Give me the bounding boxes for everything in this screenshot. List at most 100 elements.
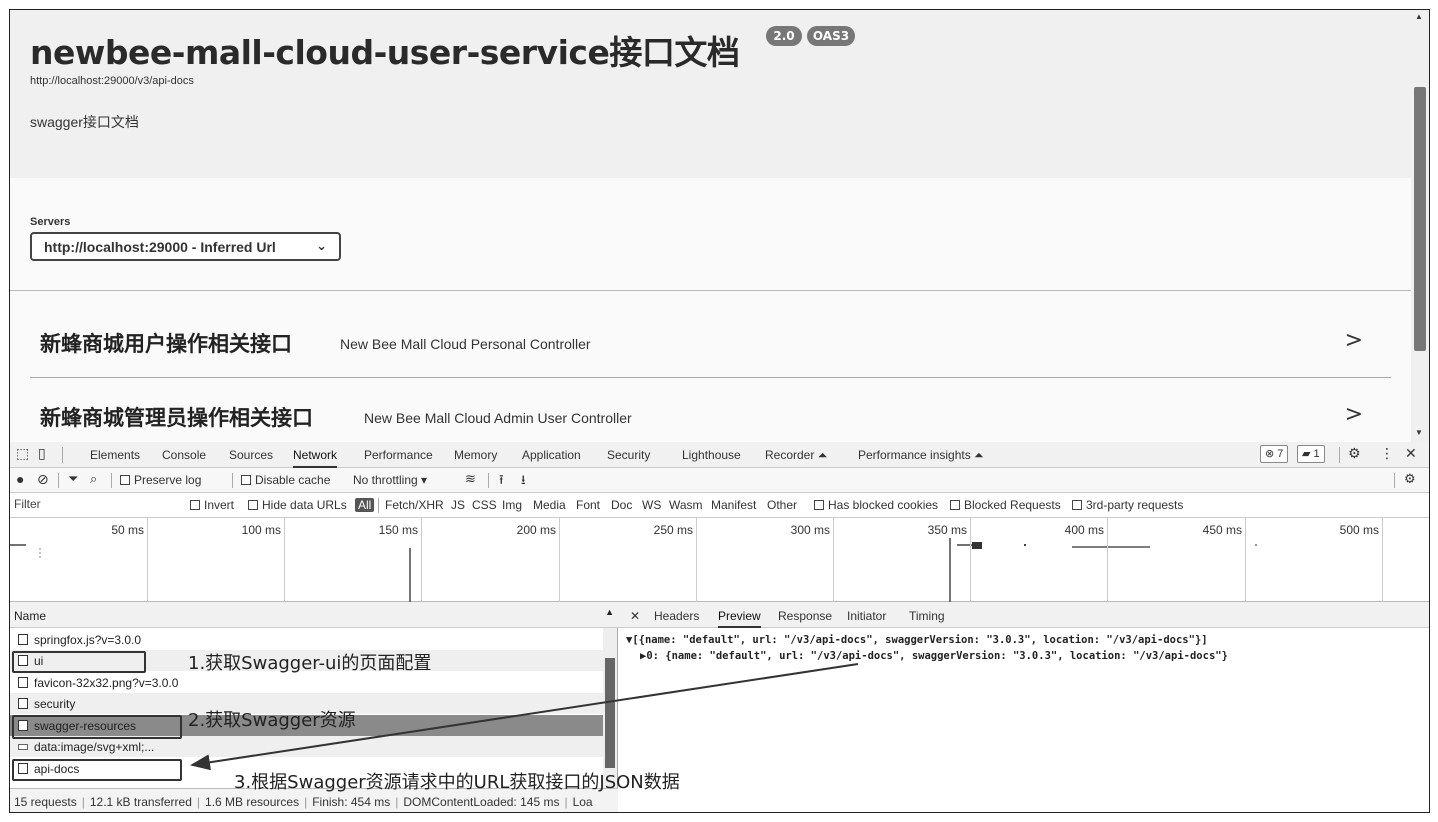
tab-preview[interactable]: Preview [718,609,761,628]
type-filter-manifest[interactable]: Manifest [711,498,756,512]
tab-memory[interactable]: Memory [454,448,497,462]
tag-description: New Bee Mall Cloud Admin User Controller [364,410,632,426]
timeline-tick-label: 250 ms [653,523,693,537]
tag-group-personal[interactable]: 新蜂商城用户操作相关接口 New Bee Mall Cloud Personal… [30,314,1391,378]
tab-lighthouse[interactable]: Lighthouse [682,448,741,462]
settings-gear-icon[interactable]: ⚙ [1348,446,1361,462]
tag-name: 新蜂商城管理员操作相关接口 [40,406,313,430]
blocked-cookies-label: Has blocked cookies [828,498,939,512]
tab-performance[interactable]: Performance [364,448,433,462]
close-detail-icon[interactable]: ✕ [630,609,640,623]
filter-icon[interactable]: ⏷ [68,471,78,487]
more-options-icon[interactable]: ⋮ [1380,446,1394,462]
document-file-icon [18,698,28,709]
type-filter-other[interactable]: Other [767,498,797,512]
page-scrollbar[interactable]: ▲ ▼ [1411,10,1429,442]
request-detail-pane: ✕ Headers Preview Response Initiator Tim… [618,602,1429,812]
name-column-header[interactable]: Name ▲ [10,602,618,628]
timeline-tick-label: 450 ms [1202,523,1242,537]
tab-console[interactable]: Console [162,448,206,462]
type-filter-js[interactable]: JS [451,498,465,512]
type-filter-ws[interactable]: WS [642,498,661,512]
sort-ascending-icon[interactable]: ▲ [605,607,614,617]
tab-performance-insights[interactable]: Performance insights ⏶ [858,448,984,463]
tab-elements[interactable]: Elements [90,448,140,462]
record-icon[interactable]: ● [16,471,24,487]
tab-initiator[interactable]: Initiator [847,609,886,623]
type-filter-doc[interactable]: Doc [611,498,632,512]
third-party-label: 3rd-party requests [1086,498,1184,512]
request-list-scrollbar[interactable] [603,628,617,788]
tab-network[interactable]: Network [293,448,338,468]
timeline-tick-label: 300 ms [790,523,830,537]
clear-icon[interactable]: ⊘ [37,471,49,488]
timeline-gridline [1245,518,1246,602]
request-row[interactable]: favicon-32x32.png?v=3.0.0 [10,672,603,693]
timeline-tick-label: 50 ms [111,523,144,537]
hide-data-urls-checkbox[interactable]: Hide data URLs [248,498,347,512]
inspect-element-icon[interactable]: ⬚ [16,446,29,462]
tab-security[interactable]: Security [607,448,650,462]
image-file-icon [18,677,28,688]
export-har-icon[interactable]: ⭳ [521,471,526,493]
tab-application[interactable]: Application [522,448,581,462]
type-filter-font[interactable]: Font [576,498,600,512]
servers-label: Servers [30,216,71,228]
disable-cache-checkbox[interactable]: Disable cache [241,473,330,487]
tab-sources[interactable]: Sources [229,448,273,462]
type-filter-fetch-xhr[interactable]: Fetch/XHR [385,498,444,512]
devtools-panel: ⬚ ▯ Elements Console Sources Network Per… [10,442,1429,812]
invert-checkbox[interactable]: Invert [190,498,234,512]
tab-response[interactable]: Response [778,609,832,623]
type-filter-wasm[interactable]: Wasm [669,498,703,512]
type-filter-all[interactable]: All [355,498,375,512]
close-devtools-icon[interactable]: ✕ [1405,446,1417,462]
status-load: Loa [572,795,593,809]
throttling-select[interactable]: No throttling ▾ [353,473,427,487]
network-timeline-overview[interactable]: 50 ms 100 ms 150 ms 200 ms 250 ms 300 ms 350 m… [10,518,1429,602]
hide-data-urls-label: Hide data URLs [262,498,347,512]
import-har-icon[interactable]: ⭱ [499,471,504,493]
blocked-requests-label: Blocked Requests [964,498,1061,512]
blocked-cookies-checkbox[interactable]: Has blocked cookies [814,498,938,512]
type-filter-css[interactable]: CSS [472,498,497,512]
tab-timing[interactable]: Timing [909,609,945,623]
message-count: 1 [1313,448,1320,460]
preview-json-item[interactable]: ▶0: {name: "default", url: "/v3/api-docs… [640,650,1228,662]
preview-json-root[interactable]: ▼[{name: "default", url: "/v3/api-docs",… [626,634,1208,646]
request-row[interactable]: data:image/svg+xml;... [10,736,603,757]
device-toolbar-icon[interactable]: ▯ [38,446,46,462]
scrollbar-thumb[interactable] [605,658,615,768]
preserve-log-label: Preserve log [134,473,202,487]
timeline-tick-label: 500 ms [1339,523,1379,537]
filter-input[interactable]: Filter [14,497,184,514]
tab-headers[interactable]: Headers [654,609,699,623]
type-filter-img[interactable]: Img [502,498,522,512]
scroll-down-icon[interactable]: ▼ [1415,428,1423,437]
tag-group-admin[interactable]: 新蜂商城管理员操作相关接口 New Bee Mall Cloud Admin U… [30,388,1391,442]
message-counter[interactable]: ▰ 1 [1297,445,1325,463]
chevron-right-icon[interactable]: > [1345,328,1363,353]
status-requests: 15 requests [14,795,77,809]
error-counter[interactable]: ⊗ 7 [1260,445,1289,463]
highlight-box-ui [12,651,146,673]
api-docs-link[interactable]: http://localhost:29000/v3/api-docs [30,75,194,87]
search-icon[interactable]: ⌕ [90,471,97,487]
scroll-up-icon[interactable]: ▲ [1415,12,1423,21]
network-conditions-icon[interactable]: ≋ [465,471,476,487]
request-list-pane: Name ▲ springfox.js?v=3.0.0 ui favicon-3… [10,602,618,788]
third-party-checkbox[interactable]: 3rd-party requests [1072,498,1183,512]
network-settings-icon[interactable]: ⚙ [1404,471,1416,487]
preserve-log-checkbox[interactable]: Preserve log [120,473,201,487]
timeline-gridline [147,518,148,602]
chevron-right-icon[interactable]: > [1345,402,1363,427]
request-name: favicon-32x32.png?v=3.0.0 [34,676,179,690]
detail-tabbar: ✕ Headers Preview Response Initiator Tim… [618,602,1429,628]
type-filter-media[interactable]: Media [533,498,566,512]
timeline-gridline [833,518,834,602]
server-select[interactable]: http://localhost:29000 - Inferred Url ⌄ [30,232,341,261]
blocked-requests-checkbox[interactable]: Blocked Requests [950,498,1061,512]
tab-recorder[interactable]: Recorder ⏶ [765,448,827,463]
request-row[interactable]: springfox.js?v=3.0.0 [10,629,603,650]
scrollbar-thumb[interactable] [1414,87,1426,351]
